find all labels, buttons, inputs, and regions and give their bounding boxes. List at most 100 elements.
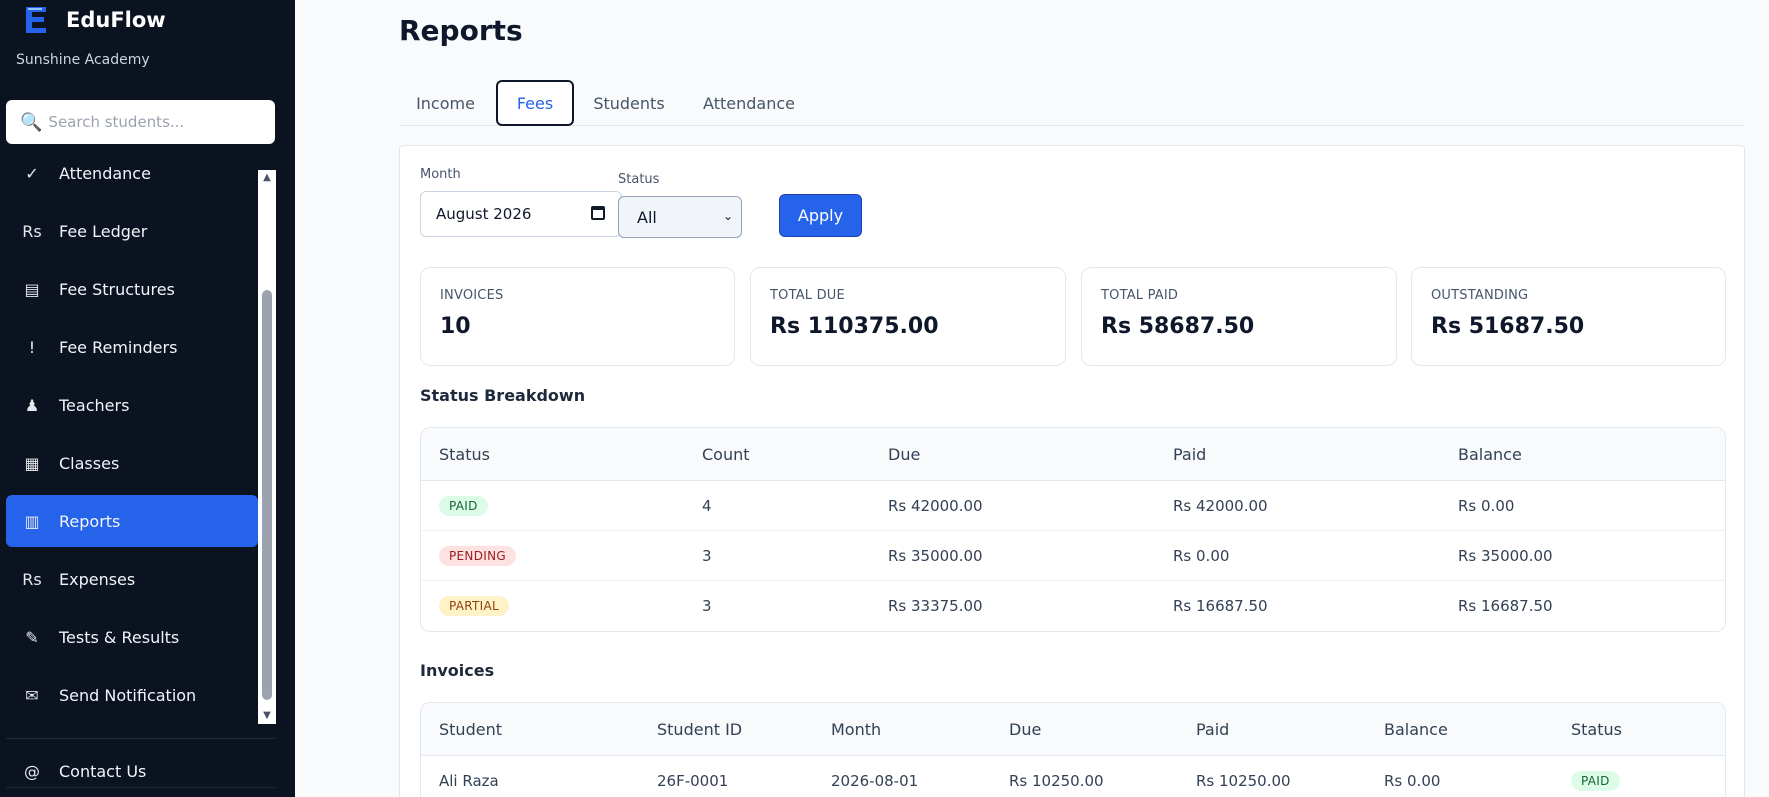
rupee-icon: Rs xyxy=(22,569,42,589)
column-header: Status xyxy=(439,445,490,464)
count-cell: 3 xyxy=(702,547,712,565)
paid-cell: Rs 0.00 xyxy=(1173,547,1230,565)
card-value: 10 xyxy=(440,314,471,339)
balance-cell: Rs 0.00 xyxy=(1458,497,1515,515)
status-badge: PAID xyxy=(1571,771,1620,791)
column-header: Student xyxy=(439,720,502,739)
list-icon: ▤ xyxy=(24,279,40,299)
main-content: Reports Income Fees Students Attendance … xyxy=(295,0,1769,797)
calendar-icon[interactable] xyxy=(591,206,605,220)
column-header: Student ID xyxy=(657,720,743,739)
tab-income[interactable]: Income xyxy=(399,80,492,126)
invoices-title: Invoices xyxy=(420,661,495,680)
due-cell: Rs 10250.00 xyxy=(1009,772,1104,790)
sidebar: EduFlow Sunshine Academy 🔍 ✓ Attendance Rs… xyxy=(0,0,295,797)
tab-students[interactable]: Students xyxy=(574,80,684,126)
tab-fees[interactable]: Fees xyxy=(496,80,574,126)
sidebar-item-tests-results[interactable]: ✎ Tests & Results xyxy=(6,611,258,663)
fees-report-panel: Month August 2026 Status All ⌄ Apply INV… xyxy=(399,145,1745,797)
scroll-down-arrow-icon[interactable]: ▼ xyxy=(258,708,276,724)
table-header: Status Count Due Paid Balance xyxy=(421,428,1725,481)
paid-cell: Rs 10250.00 xyxy=(1196,772,1291,790)
balance-cell: Rs 0.00 xyxy=(1384,772,1441,790)
status-cell: PENDING xyxy=(439,531,516,581)
sidebar-item-teachers[interactable]: ♟ Teachers xyxy=(6,379,258,431)
search-icon: 🔍 xyxy=(20,111,43,133)
month-label: Month xyxy=(420,167,461,182)
status-breakdown-title: Status Breakdown xyxy=(420,386,586,405)
month-cell: 2026-08-01 xyxy=(831,772,919,790)
sidebar-item-label: Send Notification xyxy=(59,685,197,705)
teacher-icon: ♟ xyxy=(24,395,40,415)
page-title: Reports xyxy=(399,14,523,47)
card-label: INVOICES xyxy=(440,288,504,303)
status-select[interactable]: All ⌄ xyxy=(618,196,742,238)
sidebar-item-label: Attendance xyxy=(59,163,151,183)
envelope-icon: ✉ xyxy=(25,685,39,705)
card-label: OUTSTANDING xyxy=(1431,288,1529,303)
search-input[interactable] xyxy=(48,113,269,131)
column-header: Paid xyxy=(1173,445,1207,464)
status-badge: PAID xyxy=(439,496,488,516)
sidebar-item-label: Fee Reminders xyxy=(59,337,178,357)
apply-button[interactable]: Apply xyxy=(779,194,862,237)
sidebar-item-label: Fee Ledger xyxy=(59,221,148,241)
sidebar-item-contact-us[interactable]: @ Contact Us xyxy=(6,746,275,796)
card-value: Rs 110375.00 xyxy=(770,314,939,339)
card-label: TOTAL PAID xyxy=(1101,288,1179,303)
sidebar-item-fee-reminders[interactable]: ! Fee Reminders xyxy=(6,321,258,373)
scroll-thumb[interactable] xyxy=(262,290,272,700)
sidebar-item-label: Reports xyxy=(59,511,121,531)
count-cell: 3 xyxy=(702,597,712,615)
column-header: Paid xyxy=(1196,720,1230,739)
chevron-down-icon: ⌄ xyxy=(722,209,733,223)
due-cell: Rs 42000.00 xyxy=(888,497,983,515)
sidebar-divider xyxy=(6,738,275,739)
column-header: Count xyxy=(702,445,750,464)
brand[interactable]: EduFlow xyxy=(22,4,166,36)
sidebar-item-label: Contact Us xyxy=(59,761,147,781)
sidebar-item-label: Tests & Results xyxy=(59,627,180,647)
month-input[interactable]: August 2026 xyxy=(420,191,622,237)
sidebar-item-send-notification[interactable]: ✉ Send Notification xyxy=(6,669,258,721)
sidebar-item-fee-ledger[interactable]: Rs Fee Ledger xyxy=(6,205,258,257)
tab-attendance[interactable]: Attendance xyxy=(689,80,809,126)
exclamation-icon: ! xyxy=(28,337,36,357)
chart-icon: ▥ xyxy=(24,511,40,531)
table-header: Student Student ID Month Due Paid Balanc… xyxy=(421,703,1725,756)
table-body: Ali Raza 26F-0001 2026-08-01 Rs 10250.00 Rs … xyxy=(421,756,1725,797)
check-icon: ✓ xyxy=(25,163,39,183)
rupee-icon: Rs xyxy=(22,221,42,241)
grid-icon: ▦ xyxy=(24,453,40,473)
card-label: TOTAL DUE xyxy=(770,288,845,303)
sidebar-divider xyxy=(6,787,275,788)
column-header: Due xyxy=(1009,720,1042,739)
sidebar-item-label: Expenses xyxy=(59,569,136,589)
status-cell: PAID xyxy=(1571,756,1620,797)
invoices-table: Student Student ID Month Due Paid Balanc… xyxy=(420,702,1726,797)
sidebar-scrollbar[interactable]: ▲ ▼ xyxy=(258,170,276,724)
card-value: Rs 51687.50 xyxy=(1431,314,1585,339)
card-value: Rs 58687.50 xyxy=(1101,314,1255,339)
balance-cell: Rs 16687.50 xyxy=(1458,597,1553,615)
status-breakdown-table: Status Count Due Paid Balance PAID 4 Rs 42… xyxy=(420,427,1726,632)
summary-card-total-due: TOTAL DUE Rs 110375.00 xyxy=(750,267,1066,366)
scroll-up-arrow-icon[interactable]: ▲ xyxy=(258,170,276,186)
sidebar-item-attendance[interactable]: ✓ Attendance xyxy=(6,147,258,199)
search-box[interactable]: 🔍 xyxy=(6,100,275,144)
column-header: Status xyxy=(1571,720,1622,739)
summary-card-total-paid: TOTAL PAID Rs 58687.50 xyxy=(1081,267,1397,366)
status-cell: PAID xyxy=(439,481,488,531)
sidebar-item-fee-structures[interactable]: ▤ Fee Structures xyxy=(6,263,258,315)
sidebar-item-reports[interactable]: ▥ Reports xyxy=(6,495,258,547)
sidebar-item-classes[interactable]: ▦ Classes xyxy=(6,437,258,489)
table-row: PAID 4 Rs 42000.00 Rs 42000.00 Rs 0.00 xyxy=(421,481,1725,531)
table-row: PARTIAL 3 Rs 33375.00 Rs 16687.50 Rs 16687.5… xyxy=(421,581,1725,631)
student-cell: Ali Raza xyxy=(439,772,499,790)
pencil-icon: ✎ xyxy=(25,627,39,647)
status-badge: PENDING xyxy=(439,546,516,566)
sidebar-item-label: Fee Structures xyxy=(59,279,175,299)
column-header: Month xyxy=(831,720,882,739)
sidebar-item-expenses[interactable]: Rs Expenses xyxy=(6,553,258,605)
brand-name: EduFlow xyxy=(66,8,166,32)
